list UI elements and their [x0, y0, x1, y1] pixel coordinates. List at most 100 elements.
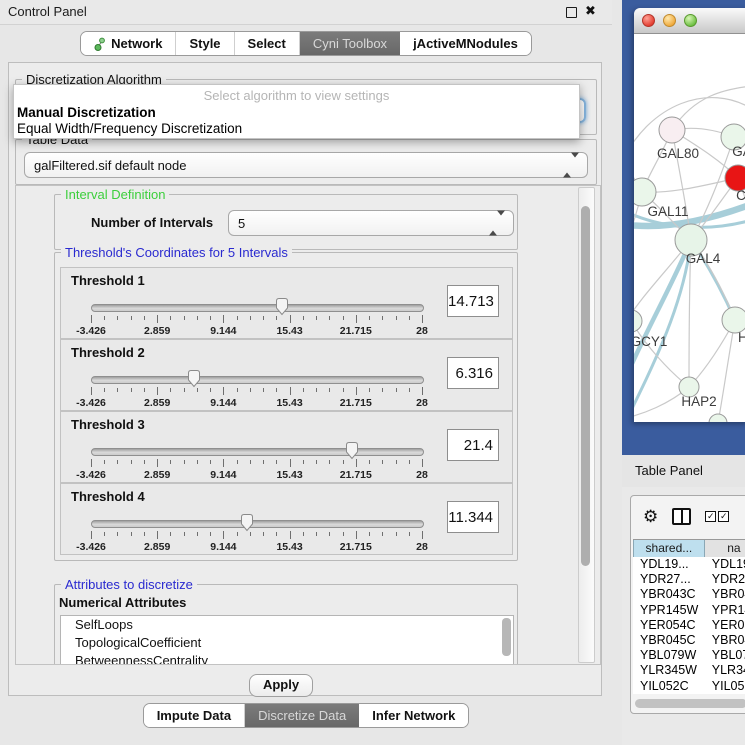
attribute-list-item[interactable]: BetweennessCentrality: [61, 652, 513, 665]
table-row[interactable]: YER054CYER05: [633, 618, 745, 633]
checkbox-icon[interactable]: ✓: [705, 511, 716, 522]
tick-mark: [329, 460, 330, 464]
tab-infer-network[interactable]: Infer Network: [359, 704, 468, 727]
highlighted-edge[interactable]: [634, 240, 691, 386]
table-cell[interactable]: YBR043C: [633, 587, 705, 602]
table-cell[interactable]: YBL079W: [633, 648, 705, 663]
apply-button[interactable]: Apply: [249, 674, 313, 697]
tab-label: Discretize Data: [258, 708, 346, 723]
table-row[interactable]: YDR27...YDR27: [633, 572, 745, 587]
table-row[interactable]: YBR043CYBR04: [633, 587, 745, 602]
vertical-scrollbar-thumb[interactable]: [581, 206, 590, 566]
threshold-slider[interactable]: -3.4262.8599.14415.4321.71528: [91, 440, 422, 480]
table-cell[interactable]: YLR34: [705, 663, 745, 678]
attribute-list-item[interactable]: TopologicalCoefficient: [61, 634, 513, 652]
numerical-attributes-list[interactable]: SelfLoopsTopologicalCoefficientBetweenne…: [60, 615, 514, 665]
table-row[interactable]: YDL19...YDL19: [633, 557, 745, 572]
table-cell[interactable]: YDL19: [705, 557, 745, 572]
horizontal-scrollbar[interactable]: [635, 699, 745, 708]
column-checkbox-icons[interactable]: ✓ ✓: [705, 511, 729, 522]
slider-track[interactable]: [91, 376, 424, 384]
checkbox-icon[interactable]: ✓: [718, 511, 729, 522]
column-header-name[interactable]: na: [705, 540, 745, 558]
horizontal-scrollbar-thumb[interactable]: [635, 699, 745, 708]
table-cell[interactable]: YDR27: [705, 572, 745, 587]
close-traffic-light-icon[interactable]: [642, 14, 655, 27]
threshold-slider[interactable]: -3.4262.8599.14415.4321.71528: [91, 296, 422, 336]
table-cell[interactable]: YBR04: [705, 633, 745, 648]
attribute-list-item[interactable]: SelfLoops: [61, 616, 513, 634]
dropdown-option-manual[interactable]: Manual Discretization: [17, 105, 156, 120]
threshold-value-field[interactable]: 6.316: [447, 357, 499, 389]
tab-style[interactable]: Style: [176, 32, 234, 55]
tick-mark: [184, 460, 185, 464]
close-icon[interactable]: ✖: [585, 3, 596, 19]
tab-cyni-toolbox[interactable]: Cyni Toolbox: [300, 32, 400, 55]
network-node[interactable]: [709, 414, 727, 422]
tab-select[interactable]: Select: [235, 32, 300, 55]
slider-thumb-icon[interactable]: [239, 513, 255, 532]
table-cell[interactable]: YPR145W: [633, 603, 705, 618]
network-node-gcy1[interactable]: [634, 310, 642, 332]
tab-jactivemnodules[interactable]: jActiveMNodules: [400, 32, 531, 55]
table-cell[interactable]: YIL05: [705, 679, 745, 694]
slider-thumb-icon[interactable]: [274, 297, 290, 316]
top-tab-bar: NetworkStyleSelectCyni ToolboxjActiveMNo…: [0, 31, 612, 56]
tick-mark: [422, 459, 423, 467]
tick-mark: [303, 316, 304, 320]
network-node-gal80[interactable]: [659, 117, 685, 143]
minimize-traffic-light-icon[interactable]: [663, 14, 676, 27]
table-cell[interactable]: YIL052C: [633, 679, 705, 694]
network-edge[interactable]: [634, 321, 689, 387]
table-cell[interactable]: YER054C: [633, 618, 705, 633]
table-cell[interactable]: YBL07: [705, 648, 745, 663]
number-of-intervals-combobox[interactable]: 5: [228, 210, 514, 236]
right-column: GAL80GACGAL11GAL4GCY1HHAP2 Table Panel ⚙…: [622, 0, 745, 745]
tab-network[interactable]: Network: [81, 32, 176, 55]
table-cell[interactable]: YBR04: [705, 587, 745, 602]
slider-track[interactable]: [91, 520, 424, 528]
slider-track[interactable]: [91, 304, 424, 312]
tick-mark: [276, 532, 277, 536]
table-cell[interactable]: YDR27...: [633, 572, 705, 587]
threshold-slider[interactable]: -3.4262.8599.14415.4321.71528: [91, 512, 422, 552]
float-window-icon[interactable]: [566, 7, 577, 18]
tick-mark: [382, 532, 383, 536]
combo-stepper-icon[interactable]: [563, 158, 579, 173]
slider-ticks: [91, 387, 422, 396]
threshold-slider[interactable]: -3.4262.8599.14415.4321.71528: [91, 368, 422, 408]
table-row[interactable]: YPR145WYPR14: [633, 603, 745, 618]
table-cell[interactable]: YBR045C: [633, 633, 705, 648]
slider-tick-labels: -3.4262.8599.14415.4321.71528: [91, 325, 422, 337]
threshold-value-field[interactable]: 11.344: [447, 501, 499, 533]
settings-gear-icon[interactable]: ⚙: [643, 508, 658, 525]
table-row[interactable]: YBL079WYBL07: [633, 648, 745, 663]
network-window-titlebar[interactable]: [634, 8, 745, 34]
slider-thumb-icon[interactable]: [344, 441, 360, 460]
vertical-scrollbar[interactable]: [578, 187, 595, 663]
tick-mark: [263, 460, 264, 464]
dropdown-prompt-item[interactable]: Select algorithm to view settings: [14, 88, 579, 103]
list-scrollbar-thumb[interactable]: [502, 618, 511, 656]
slider-thumb-icon[interactable]: [186, 369, 202, 388]
network-edge[interactable]: [642, 178, 738, 192]
dropdown-option-equal-width[interactable]: Equal Width/Frequency Discretization: [17, 121, 242, 136]
combo-stepper-icon[interactable]: [489, 216, 505, 231]
threshold-value-field[interactable]: 14.713: [447, 285, 499, 317]
table-cell[interactable]: YPR14: [705, 603, 745, 618]
table-cell[interactable]: YLR345W: [633, 663, 705, 678]
tab-impute-data[interactable]: Impute Data: [144, 704, 245, 727]
column-header-shared-name[interactable]: shared...: [633, 540, 705, 558]
table-cell[interactable]: YER05: [705, 618, 745, 633]
table-data-combobox[interactable]: galFiltered.sif default node: [24, 152, 588, 178]
threshold-value-field[interactable]: 21.4: [447, 429, 499, 461]
zoom-traffic-light-icon[interactable]: [684, 14, 697, 27]
network-canvas[interactable]: GAL80GACGAL11GAL4GCY1HHAP2: [634, 34, 745, 422]
table-row[interactable]: YIL052CYIL05: [633, 679, 745, 694]
slider-track[interactable]: [91, 448, 424, 456]
table-row[interactable]: YLR345WYLR34: [633, 663, 745, 678]
table-row[interactable]: YBR045CYBR04: [633, 633, 745, 648]
split-columns-icon[interactable]: [672, 508, 691, 525]
table-cell[interactable]: YDL19...: [633, 557, 705, 572]
tab-discretize-data[interactable]: Discretize Data: [245, 704, 359, 727]
